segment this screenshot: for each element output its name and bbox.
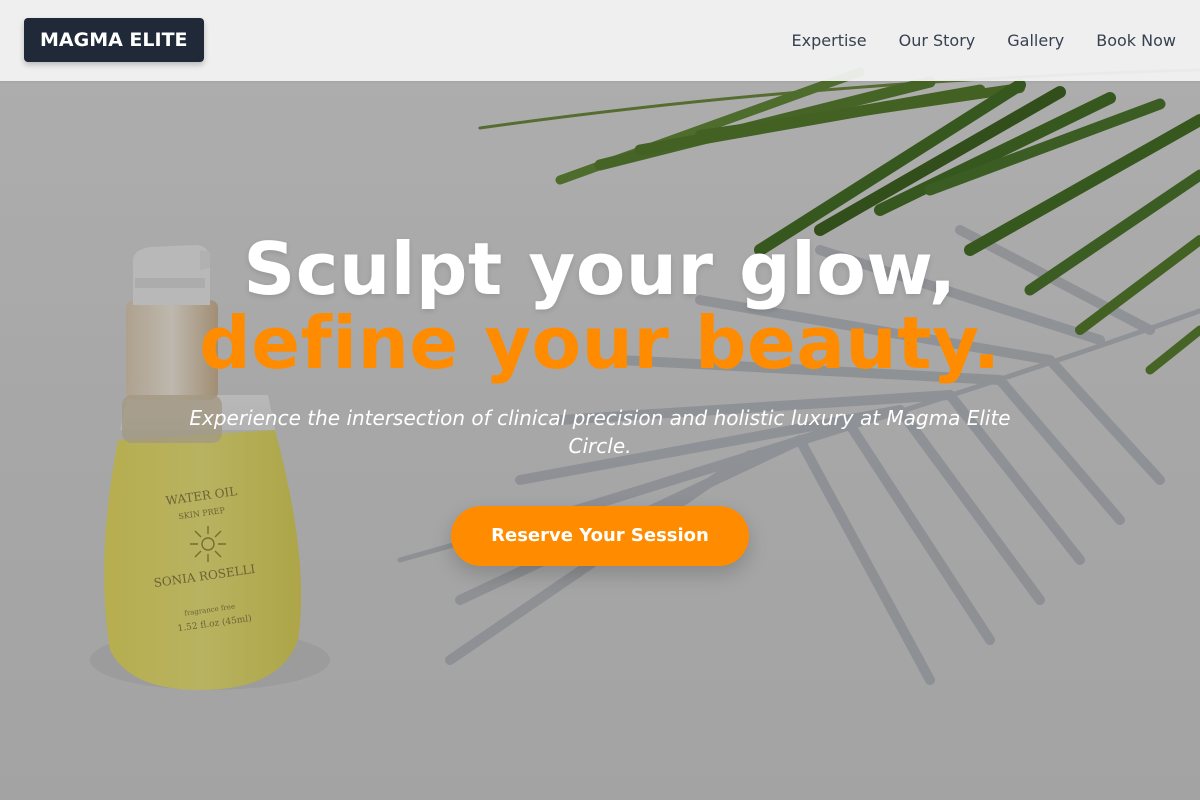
hero-subheadline: Experience the intersection of clinical … — [189, 406, 1011, 458]
nav-links: Expertise Our Story Gallery Book Now — [792, 0, 1176, 81]
hero-section: WATER OIL SKIN PREP SONIA ROSELLI fragra… — [0, 0, 1200, 800]
headline-line-1: Sculpt your glow, — [243, 227, 957, 311]
nav-link-book-now[interactable]: Book Now — [1096, 31, 1176, 50]
brand-logo[interactable]: MAGMA ELITE — [24, 18, 204, 62]
hero-headline: Sculpt your glow, define your beauty. — [100, 232, 1100, 380]
headline-line-2: define your beauty. — [199, 301, 1001, 385]
navbar: MAGMA ELITE Expertise Our Story Gallery … — [0, 0, 1200, 81]
hero-content: Sculpt your glow, define your beauty. Ex… — [100, 232, 1100, 566]
nav-link-gallery[interactable]: Gallery — [1007, 31, 1064, 50]
reserve-session-button[interactable]: Reserve Your Session — [451, 506, 749, 566]
nav-link-expertise[interactable]: Expertise — [792, 31, 867, 50]
nav-link-our-story[interactable]: Our Story — [899, 31, 976, 50]
